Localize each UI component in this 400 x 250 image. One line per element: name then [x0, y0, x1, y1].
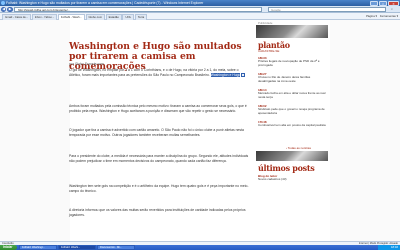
blog-item[interactable]: Blog do leitor Novos cadastros (43) — [258, 174, 326, 182]
system-clock[interactable]: 18:46 — [378, 244, 400, 250]
article-paragraph-3: O jogador que tira a camisa é advertido … — [69, 128, 244, 137]
text-cursor-icon — [241, 73, 246, 78]
tab-yahoo[interactable]: Inbox - Yahoo... — [31, 14, 58, 20]
promo-image[interactable] — [256, 151, 328, 161]
article-paragraph-1: O gol de Washington, no empate por 1 a 1… — [69, 68, 250, 78]
article-paragraph-5: Washington tem sete gols na competição e… — [69, 184, 249, 193]
search-icon[interactable]: ⌕ — [388, 7, 396, 12]
news-item[interactable]: 18h33 Prisões ilegais de reocupação de P… — [258, 56, 326, 68]
page-left-margin — [0, 20, 70, 241]
news-item[interactable]: 17h48 Combustível tem alta em postos da … — [258, 120, 326, 128]
page-right-margin — [330, 20, 400, 241]
article-byline: por Globo Esporte.com — [69, 62, 104, 66]
url-input[interactable]: http://www1.folha.uol.com.br/esporte/... — [14, 7, 262, 12]
article-paragraph-2: Ambos foram multados pela comissão técni… — [69, 104, 247, 113]
article-paragraph-6: A diretoria informou que os valores das … — [69, 208, 246, 217]
close-button[interactable]: ✕ — [388, 0, 399, 6]
search-input[interactable]: Google — [268, 7, 386, 12]
ad-image[interactable] — [256, 25, 328, 38]
minimize-button[interactable]: _ — [370, 0, 378, 6]
article-paragraph-4: Para o presidente do clube, a medida é n… — [69, 154, 249, 163]
tab-globo[interactable]: Globo.com — [85, 14, 106, 20]
news-item[interactable]: 18h14 Mercado fecha em alta e dólar recu… — [258, 88, 326, 100]
address-toolbar: ◀ ▶ http://www1.folha.uol.com.br/esporte… — [0, 6, 400, 13]
start-button[interactable]: Iniciar — [0, 244, 17, 250]
page-menu[interactable]: Página ▾ — [366, 14, 377, 19]
ie-logo-icon — [1, 1, 5, 5]
taskbar-item[interactable]: Documento1 - Mi... — [97, 245, 135, 250]
tab-folha-active[interactable]: Folhabl - Wash... — [57, 14, 85, 20]
tab-gmail[interactable]: Gmail - Caixa de... — [2, 14, 32, 20]
forward-button[interactable]: ▶ — [7, 6, 13, 13]
tools-menu[interactable]: Ferramentas ▾ — [380, 14, 398, 19]
ultimos-posts-logo: últimos posts — [258, 163, 315, 173]
taskbar-item-active[interactable]: Folhabl: Washi... — [58, 245, 96, 250]
all-news-link[interactable]: › Todas as notícias — [286, 146, 311, 150]
web-page: Washington e Hugo são multados por tirar… — [0, 20, 400, 241]
back-button[interactable]: ◀ — [1, 6, 7, 13]
plantao-subtitle: CADASTRE-SE — [258, 49, 280, 53]
news-item[interactable]: 18h02 Sindicato pede que o governo revej… — [258, 104, 326, 116]
tab-uol[interactable]: UOL — [122, 14, 135, 20]
taskbar: Iniciar Folhabl: Washingt... Folhabl: Wa… — [0, 244, 400, 250]
maximize-button[interactable]: □ — [379, 0, 387, 6]
news-item[interactable]: 18h27 Chuva no Rio de Janeiro deixa famí… — [258, 72, 326, 84]
tab-bar: Gmail - Caixa de... Inbox - Yahoo... Fol… — [0, 13, 400, 20]
sidebar: Publicidade plantão CADASTRE-SE 18h33 Pr… — [256, 20, 328, 241]
tab-terra[interactable]: Terra — [134, 14, 148, 20]
selected-text[interactable]: Washington e Hugo — [210, 72, 241, 77]
taskbar-item[interactable]: Folhabl: Washingt... — [19, 245, 57, 250]
tab-estadao[interactable]: Estadão — [105, 14, 122, 20]
window-title: Folhabl: Washington e Hugo são multados … — [6, 1, 204, 5]
